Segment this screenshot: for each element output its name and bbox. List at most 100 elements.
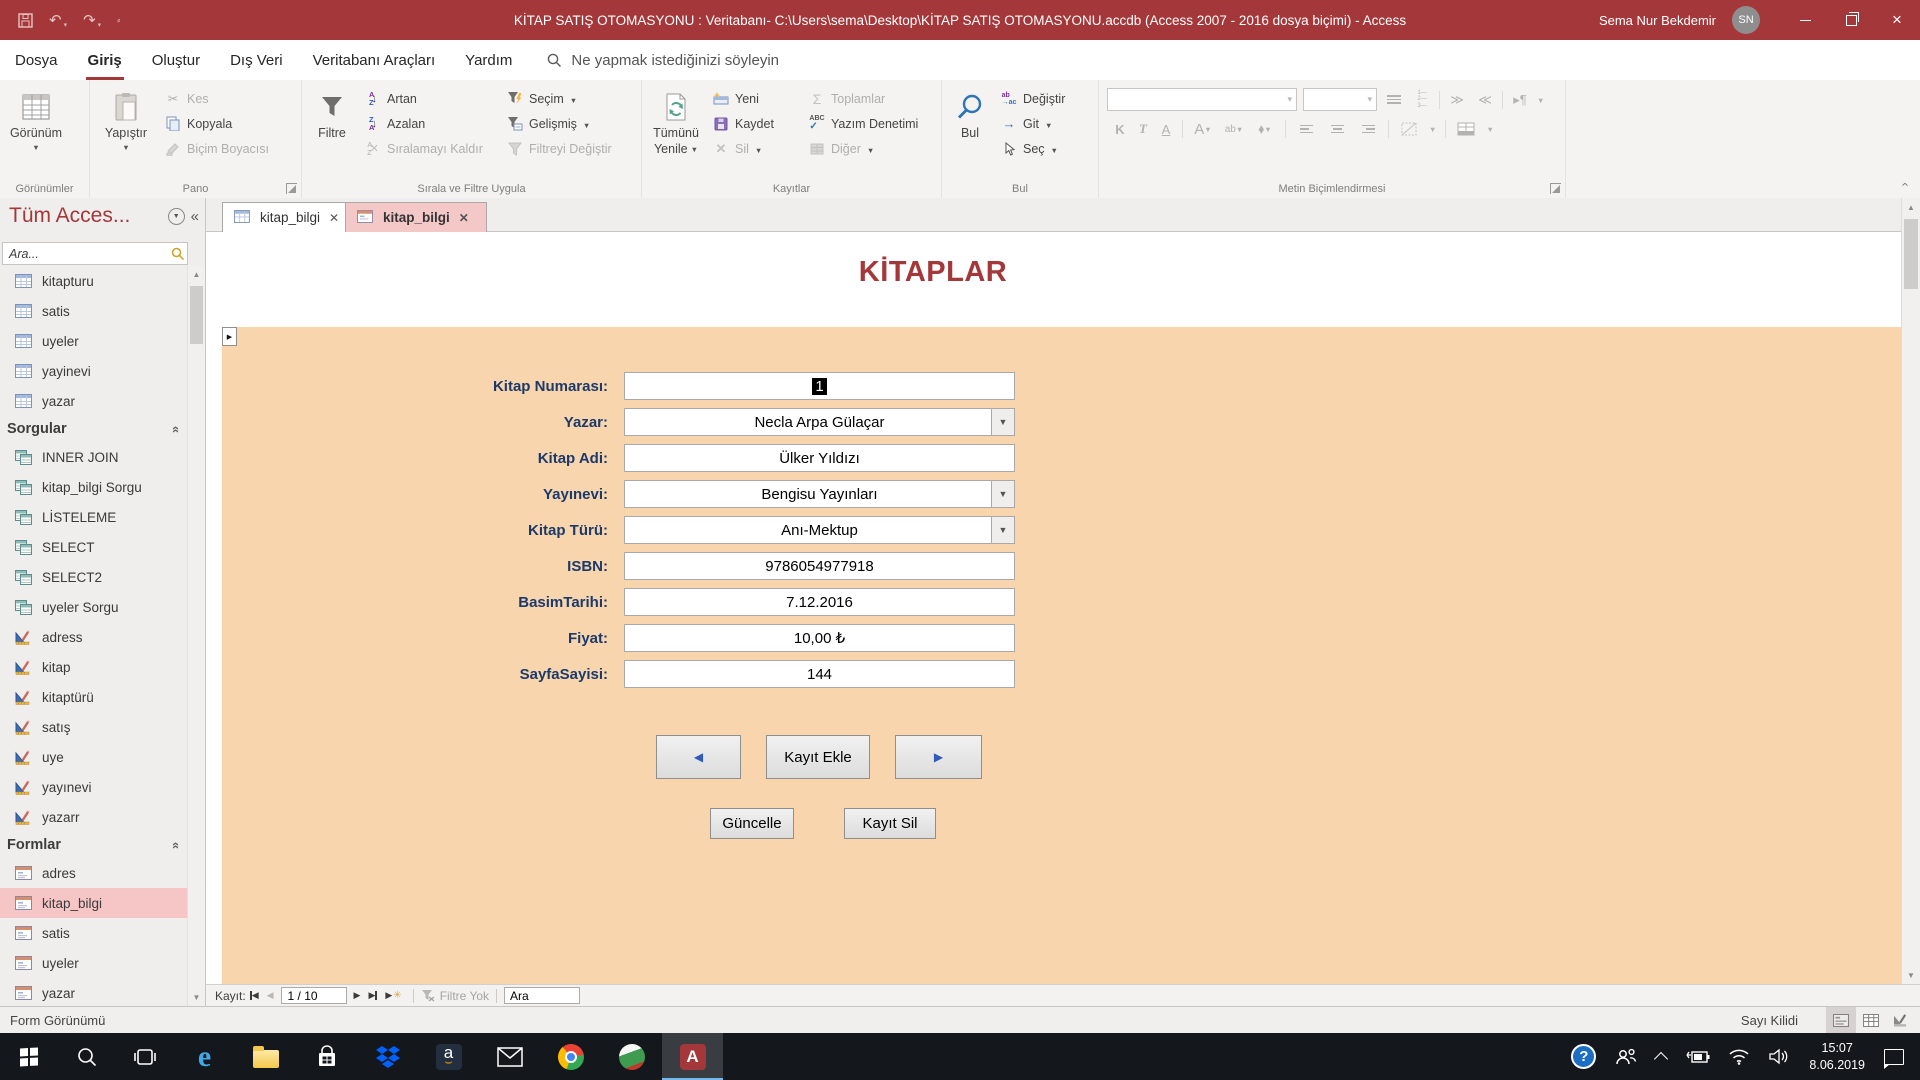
- new-record-button[interactable]: Yeni: [707, 86, 803, 111]
- navpane-scrollbar[interactable]: ▲ ▼: [187, 266, 205, 1006]
- document-scrollbar[interactable]: ▲ ▼: [1901, 198, 1920, 984]
- wifi-tray-icon[interactable]: [1719, 1033, 1759, 1080]
- tab-dis-veri[interactable]: Dış Veri: [215, 40, 298, 80]
- selection-button[interactable]: Seçim ▼: [501, 86, 617, 111]
- fill-color-icon[interactable]: ⬧ ▼: [1254, 118, 1276, 140]
- doc-tab-form[interactable]: kitap_bilgi ✕: [345, 202, 487, 232]
- navpane-design-item[interactable]: adress: [0, 622, 188, 652]
- navpane-form-item[interactable]: adres: [0, 858, 188, 888]
- taskbar-amazon-button[interactable]: a ⌣: [418, 1033, 479, 1080]
- previous-record-icon[interactable]: ◀: [263, 990, 278, 1001]
- field-input[interactable]: 144 ▼: [624, 660, 1015, 688]
- view-button[interactable]: Görünüm ▼: [3, 85, 69, 152]
- refresh-all-button[interactable]: Tümünü Yenile ▼: [645, 85, 707, 157]
- taskbar-app-button[interactable]: [601, 1033, 662, 1080]
- signed-in-user[interactable]: Sema Nur Bekdemir: [1599, 13, 1716, 28]
- navpane-query-item[interactable]: LİSTELEME: [0, 502, 188, 532]
- undo-icon[interactable]: ↶ ▾: [49, 11, 67, 29]
- clipboard-dialog-launcher[interactable]: [286, 183, 297, 194]
- underline-icon[interactable]: A: [1159, 118, 1173, 140]
- alternate-row-color-icon[interactable]: [1455, 118, 1477, 140]
- collapse-ribbon-icon[interactable]: ›: [1896, 182, 1911, 186]
- taskbar-edge-button[interactable]: e: [174, 1033, 235, 1080]
- task-view-button[interactable]: [116, 1033, 174, 1080]
- navpane-form-item[interactable]: yazar: [0, 978, 188, 1006]
- navpane-table-item[interactable]: kitapturu: [0, 266, 188, 296]
- collapse-group-icon[interactable]: «: [169, 841, 184, 848]
- first-record-icon[interactable]: ◀: [246, 990, 263, 1001]
- highlight-color-icon[interactable]: ab ▼: [1223, 118, 1245, 140]
- delete-record-button[interactable]: ✕ Sil ▼: [707, 136, 803, 161]
- paste-button[interactable]: Yapıştır ▼: [93, 85, 159, 152]
- font-size-select[interactable]: ▾: [1303, 88, 1377, 111]
- navpane-table-item[interactable]: satis: [0, 296, 188, 326]
- find-button[interactable]: Bul: [945, 85, 995, 142]
- datasheet-view-button[interactable]: [1856, 1007, 1886, 1033]
- goto-button[interactable]: → Git ▼: [995, 111, 1070, 136]
- new-record-icon[interactable]: ▶ ✳: [381, 990, 405, 1001]
- customize-qat-icon[interactable]: ⸗: [117, 15, 121, 25]
- add-record-button[interactable]: Kayıt Ekle: [766, 735, 870, 779]
- scroll-down-icon[interactable]: ▼: [1902, 966, 1920, 984]
- navpane-design-item[interactable]: satış: [0, 712, 188, 742]
- record-position-input[interactable]: 1 / 10: [280, 987, 347, 1004]
- collapse-group-icon[interactable]: «: [169, 425, 184, 432]
- navpane-table-item[interactable]: yazar: [0, 386, 188, 416]
- font-color-icon[interactable]: A ▼: [1192, 118, 1214, 140]
- advanced-filter-button[interactable]: Gelişmiş ▼: [501, 111, 617, 136]
- next-record-button[interactable]: ▶: [895, 735, 982, 779]
- navpane-search-input[interactable]: Ara...: [2, 242, 188, 265]
- navpane-query-item[interactable]: SELECT: [0, 532, 188, 562]
- taskbar-access-button[interactable]: A: [662, 1033, 723, 1080]
- navpane-table-item[interactable]: yayinevi: [0, 356, 188, 386]
- tab-giris[interactable]: Giriş: [73, 40, 137, 80]
- numbered-list-icon[interactable]: 1— 2— 3—: [1411, 89, 1433, 111]
- gridlines-icon[interactable]: [1398, 118, 1420, 140]
- navpane-group-queries[interactable]: Sorgular «: [0, 416, 188, 442]
- navpane-group-forms[interactable]: Formlar «: [0, 832, 188, 858]
- text-formatting-dialog-launcher[interactable]: [1550, 183, 1561, 194]
- taskbar-explorer-button[interactable]: [235, 1033, 296, 1080]
- navpane-design-item[interactable]: kitaptürü: [0, 682, 188, 712]
- toggle-filter-button[interactable]: Filtreyi Değiştir: [501, 136, 617, 161]
- save-record-button[interactable]: Kaydet: [707, 111, 803, 136]
- combo-dropdown-icon[interactable]: ▼: [991, 517, 1014, 543]
- decrease-indent-icon[interactable]: ≪: [1474, 89, 1496, 111]
- scrollbar-thumb[interactable]: [190, 286, 203, 344]
- close-tab-icon[interactable]: ✕: [459, 211, 469, 225]
- scroll-up-icon[interactable]: ▲: [188, 266, 205, 283]
- field-input[interactable]: 1 ▼: [624, 372, 1015, 400]
- last-record-icon[interactable]: ▶: [364, 990, 381, 1001]
- replace-button[interactable]: ab →ac Değiştir: [995, 86, 1070, 111]
- font-name-select[interactable]: ▾: [1107, 88, 1297, 111]
- hidden-icons-button[interactable]: [1647, 1033, 1675, 1080]
- save-icon[interactable]: [18, 12, 33, 28]
- record-search-input[interactable]: Ara: [504, 987, 581, 1004]
- navpane-design-item[interactable]: yayınevi: [0, 772, 188, 802]
- navpane-design-item[interactable]: uye: [0, 742, 188, 772]
- tab-yardim[interactable]: Yardım: [450, 40, 527, 80]
- field-input[interactable]: Necla Arpa Gülaçar ▼: [624, 408, 1015, 436]
- taskbar-mail-button[interactable]: [479, 1033, 540, 1080]
- sort-descending-button[interactable]: Z A ↓ Azalan: [359, 111, 501, 136]
- taskbar-store-button[interactable]: [296, 1033, 357, 1080]
- field-input[interactable]: 10,00 ₺ ▼: [624, 624, 1015, 652]
- field-input[interactable]: 7.12.2016 ▼: [624, 588, 1015, 616]
- navpane-collapse-icon[interactable]: «: [191, 208, 199, 225]
- tab-dosya[interactable]: Dosya: [0, 40, 73, 80]
- bullet-list-icon[interactable]: [1383, 89, 1405, 111]
- increase-indent-icon[interactable]: ≫: [1446, 89, 1468, 111]
- align-left-icon[interactable]: [1295, 118, 1317, 140]
- sort-ascending-button[interactable]: A Z ↓ Artan: [359, 86, 501, 111]
- start-button[interactable]: [0, 1033, 58, 1080]
- close-tab-icon[interactable]: ✕: [329, 211, 339, 225]
- taskbar-search-button[interactable]: [58, 1033, 116, 1080]
- field-input[interactable]: Anı-Mektup ▼: [624, 516, 1015, 544]
- taskbar-chrome-button[interactable]: [540, 1033, 601, 1080]
- navpane-menu-icon[interactable]: ▼: [167, 207, 185, 225]
- align-center-icon[interactable]: [1326, 118, 1348, 140]
- remove-sort-button[interactable]: A Z ✕ Sıralamayı Kaldır: [359, 136, 501, 161]
- delete-record-button[interactable]: Kayıt Sil: [844, 808, 936, 839]
- battery-tray-icon[interactable]: [1675, 1033, 1719, 1080]
- field-input[interactable]: Bengisu Yayınları ▼: [624, 480, 1015, 508]
